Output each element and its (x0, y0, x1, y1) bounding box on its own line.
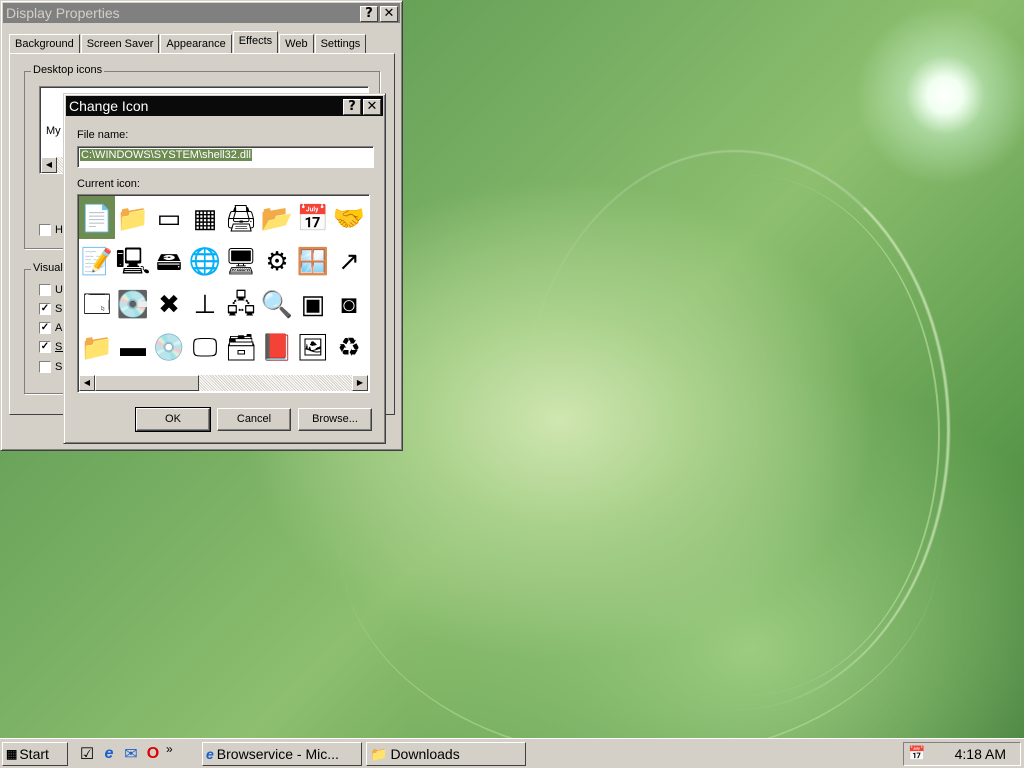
windows-logo-icon: ▦ (6, 747, 18, 761)
control-panel-icon[interactable]: 🗃 (223, 325, 259, 368)
monitor-icon[interactable]: 🖵 (187, 325, 223, 368)
visual-effect-checkbox-3[interactable]: ✓ (39, 322, 51, 334)
cancel-button[interactable]: Cancel (217, 408, 291, 431)
tab-web[interactable]: Web (279, 34, 314, 53)
computer-network-icon[interactable]: 🖳 (115, 239, 151, 282)
window-icon[interactable]: 🪟 (295, 239, 331, 282)
scroll-left-arrow-icon[interactable]: ◀ (41, 157, 57, 173)
show-desktop-icon[interactable]: ☑ (78, 744, 96, 764)
small-badge-icon[interactable]: ◙ (331, 282, 367, 325)
visual-effect-checkbox-5[interactable] (39, 361, 51, 373)
network-drive-icon[interactable]: 🖴 (151, 239, 187, 282)
scroll-right-arrow-icon[interactable]: ▶ (352, 375, 368, 391)
task-label: Downloads (390, 746, 460, 762)
display-properties-titlebar[interactable]: Display Properties ? ✕ (3, 3, 400, 23)
chip-icon[interactable]: ▦ (187, 196, 223, 239)
handshake-icon[interactable]: 🤝 (331, 196, 367, 239)
tab-background[interactable]: Background (9, 34, 80, 53)
change-icon-dialog: Change Icon ? ✕ File name: C:\WINDOWS\SY… (63, 93, 386, 444)
cd-drive-icon[interactable]: 💿 (151, 325, 187, 368)
scheduler-icon[interactable]: 📅 (908, 745, 925, 762)
network-tree-icon[interactable]: 🖧 (223, 282, 259, 325)
disconnected-drive-icon[interactable]: ✖ (151, 282, 187, 325)
system-tray: 📅 4:18 AM (903, 742, 1021, 766)
clock[interactable]: 4:18 AM (955, 746, 1006, 762)
file-name-input[interactable]: C:\WINDOWS\SYSTEM\shell32.dll (77, 146, 374, 168)
scanner-icon[interactable]: ▣ (295, 282, 331, 325)
scroll-left-arrow-icon[interactable]: ◀ (79, 375, 95, 391)
taskbar: ▦ Start ☑ e ✉ O » e Browservice - Mic...… (0, 738, 1024, 768)
task-label: Browservice - Mic... (216, 746, 339, 762)
program-window-icon[interactable]: 🗔 (79, 282, 115, 325)
start-button[interactable]: ▦ Start (2, 742, 68, 766)
hide-icons-checkbox[interactable] (39, 224, 51, 236)
chevron-icon[interactable]: » (166, 742, 173, 756)
task-downloads[interactable]: 📁 Downloads (366, 742, 526, 766)
folder-closed-icon[interactable]: 📁 (79, 325, 115, 368)
printer-icon[interactable]: 🖨 (223, 196, 259, 239)
icon-grid: 📄 📁 ▭ ▦ 🖨 📂 📅 🤝 📝 🖳 🖴 🌐 🖥 ⚙ 🪟 ↗ 🗔 💽 ✖ ⊥ 🖧 🔍 ▣ ◙ 📁 ▬ 💿 🖵 🗃 📕 🖼 ♻ (79, 196, 367, 368)
browse-button[interactable]: Browse... (298, 408, 372, 431)
computer-drive-icon[interactable]: 💽 (115, 282, 151, 325)
visual-effect-label-1: U (55, 284, 63, 296)
ie-icon[interactable]: e (100, 745, 118, 763)
task-browservice[interactable]: e Browservice - Mic... (202, 742, 362, 766)
tab-screen-saver[interactable]: Screen Saver (80, 34, 160, 53)
scrollbar-thumb[interactable] (95, 375, 199, 391)
close-button[interactable]: ✕ (363, 99, 381, 115)
start-label: Start (19, 746, 49, 762)
document-icon[interactable]: 📄 (79, 196, 115, 239)
tab-settings[interactable]: Settings (314, 34, 367, 53)
icon-list-horizontal-scrollbar[interactable]: ◀ ▶ (79, 375, 368, 391)
open-folder-icon[interactable]: 📂 (259, 196, 295, 239)
desktop-icons-label: Desktop icons (31, 64, 105, 76)
help-button[interactable]: ? (343, 99, 361, 115)
globe-icon[interactable]: 🌐 (187, 239, 223, 282)
window-title: Display Properties (6, 5, 120, 21)
calendar-icon[interactable]: 📅 (295, 196, 331, 239)
visual-effect-checkbox-1[interactable] (39, 284, 51, 296)
gears-icon[interactable]: ⚙ (259, 239, 295, 282)
folder-icon[interactable]: 📁 (115, 196, 151, 239)
file-name-value: C:\WINDOWS\SYSTEM\shell32.dll (80, 149, 252, 161)
file-name-label: File name: (77, 129, 129, 141)
network-computers-icon[interactable]: 🖥 (223, 239, 259, 282)
drive-icon[interactable]: ▭ (151, 196, 187, 239)
close-button[interactable]: ✕ (380, 6, 398, 22)
network-cable-icon[interactable]: ⊥ (187, 282, 223, 325)
help-button[interactable]: ? (360, 6, 378, 22)
shortcut-arrow-icon[interactable]: ↗ (331, 239, 367, 282)
folder-icon: 📁 (370, 745, 388, 762)
hide-icons-label: H (55, 224, 63, 236)
current-icon-label: Current icon: (77, 178, 140, 190)
tab-effects[interactable]: Effects (232, 31, 279, 53)
text-document-icon[interactable]: 📝 (79, 239, 115, 282)
floppy-drive-icon[interactable]: ▬ (115, 325, 151, 368)
outlook-express-icon[interactable]: ✉ (122, 744, 140, 764)
recycle-bin-icon[interactable]: ♻ (331, 325, 367, 368)
change-icon-titlebar[interactable]: Change Icon ? ✕ (66, 96, 383, 116)
book-icon[interactable]: 📕 (259, 325, 295, 368)
tab-strip: Background Screen Saver Appearance Effec… (9, 31, 367, 53)
visual-effect-checkbox-4[interactable]: ✓ (39, 341, 51, 353)
ie-icon: e (206, 746, 214, 762)
opera-icon[interactable]: O (144, 745, 162, 763)
icon-list[interactable]: 📄 📁 ▭ ▦ 🖨 📂 📅 🤝 📝 🖳 🖴 🌐 🖥 ⚙ 🪟 ↗ 🗔 💽 ✖ ⊥ 🖧 🔍 ▣ ◙ 📁 ▬ 💿 🖵 🗃 📕 🖼 ♻ ◀ ▶ (77, 194, 370, 393)
tab-appearance[interactable]: Appearance (160, 34, 232, 53)
dialog-title: Change Icon (69, 98, 149, 114)
find-icon[interactable]: 🔍 (259, 282, 295, 325)
wallpaper-light-arc-lower (340, 330, 940, 760)
ok-button[interactable]: OK (135, 407, 211, 432)
visual-effect-checkbox-2[interactable]: ✓ (39, 303, 51, 315)
quick-launch-toolbar: ☑ e ✉ O » (78, 742, 173, 766)
display-icon[interactable]: 🖼 (295, 325, 331, 368)
visual-effects-label: Visual (31, 262, 65, 274)
